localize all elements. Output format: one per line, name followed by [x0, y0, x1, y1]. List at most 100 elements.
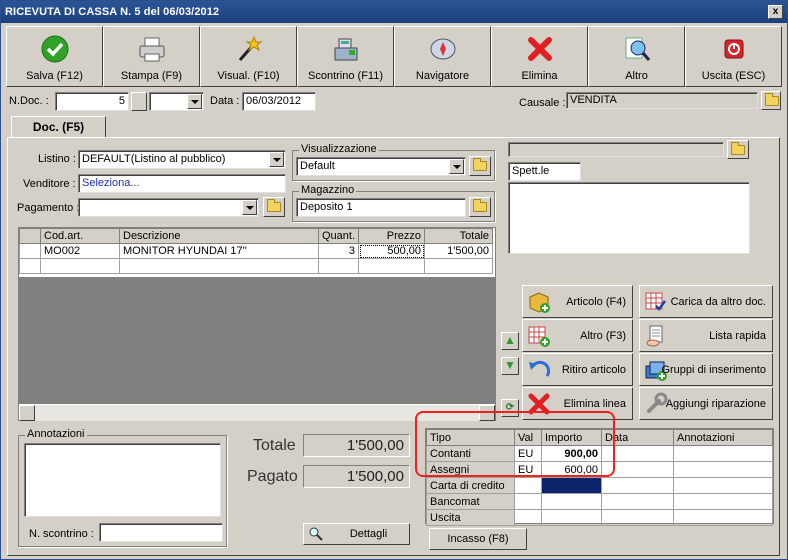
cash-register-icon: [334, 38, 357, 61]
date-input[interactable]: 06/03/2012: [242, 92, 316, 111]
delete-button[interactable]: Elimina: [491, 26, 588, 87]
spett-input[interactable]: Spett.le: [508, 162, 581, 181]
table-row[interactable]: Carta di credito: [426, 477, 773, 494]
incasso-button[interactable]: Incasso (F8): [429, 528, 527, 550]
cell-annotazioni[interactable]: [673, 493, 773, 510]
navigator-button[interactable]: Navigatore: [394, 26, 491, 87]
folder-icon: [473, 199, 487, 212]
ndoc-suffix-button[interactable]: [131, 92, 147, 111]
cell-descrizione[interactable]: MONITOR HYUNDAI 17'': [119, 243, 319, 259]
title-bar: RICEVUTA DI CASSA N. 5 del 06/03/2012 x: [1, 1, 787, 23]
move-up-button[interactable]: ▲: [501, 332, 519, 350]
window-title: RICEVUTA DI CASSA N. 5 del 06/03/2012: [5, 6, 220, 18]
pagamento-browse-button[interactable]: [263, 197, 285, 217]
table-row[interactable]: MO002 MONITOR HYUNDAI 17'' 3 500,00 1'50…: [19, 243, 494, 259]
toolbar: Salva (F12) Stampa (F9) Visual. (F10) Sc…: [6, 26, 784, 87]
table-row[interactable]: Bancomat: [426, 493, 773, 510]
cell-prezzo[interactable]: 500,00: [358, 243, 426, 259]
cell-totale[interactable]: 1'500,00: [424, 243, 494, 259]
delete-icon: [527, 37, 552, 61]
receipt-button[interactable]: Scontrino (F11): [297, 26, 394, 87]
insert-groups-button[interactable]: Gruppi di inserimento: [639, 353, 773, 386]
cell-annotazioni[interactable]: [673, 461, 773, 478]
navigator-label: Navigatore: [415, 70, 470, 82]
add-article-button[interactable]: Articolo (F4): [522, 285, 633, 318]
ndoc-input[interactable]: 5: [55, 92, 129, 111]
return-article-button[interactable]: Ritiro articolo: [522, 353, 633, 386]
load-from-doc-button[interactable]: Carica da altro doc.: [639, 285, 773, 318]
cell-tipo: Uscita: [426, 509, 515, 526]
venditore-input[interactable]: Seleziona...: [78, 174, 286, 193]
empty-cell[interactable]: [424, 258, 494, 274]
close-button[interactable]: x: [768, 5, 783, 19]
other-article-button[interactable]: Altro (F3): [522, 319, 633, 352]
col-prezzo[interactable]: Prezzo: [358, 228, 426, 244]
exit-label: Uscita (ESC): [701, 70, 766, 82]
pagamento-label: Pagamento :: [17, 202, 80, 214]
articles-grid[interactable]: Cod.art. Descrizione Quant. Prezzo Total…: [18, 227, 496, 421]
view-button[interactable]: Visual. (F10): [200, 26, 297, 87]
empty-cell[interactable]: [40, 258, 120, 274]
col-annotazioni[interactable]: Annotazioni: [673, 429, 773, 446]
quick-list-label: Lista rapida: [709, 329, 766, 342]
col-cod-art[interactable]: Cod.art.: [40, 228, 120, 244]
annotazioni-textarea[interactable]: [24, 443, 221, 517]
scroll-left-button[interactable]: [19, 405, 35, 421]
table-row[interactable]: [19, 258, 494, 274]
empty-cell[interactable]: [119, 258, 319, 274]
pagamento-select[interactable]: [78, 198, 259, 217]
cell-quant[interactable]: 3: [317, 243, 360, 259]
other-button[interactable]: Altro: [588, 26, 685, 87]
cell-val[interactable]: [514, 493, 542, 510]
scontrino-input[interactable]: [99, 523, 223, 542]
listino-select[interactable]: DEFAULT(Listino al pubblico): [78, 150, 286, 169]
arrow-up-icon: ▲: [504, 333, 516, 347]
cell-annotazioni[interactable]: [673, 477, 773, 494]
causale-browse-button[interactable]: [761, 91, 781, 110]
folder-icon: [267, 199, 281, 212]
cell-data[interactable]: [601, 509, 674, 526]
cell-data[interactable]: [601, 493, 674, 510]
listino-value: DEFAULT(Listino al pubblico): [82, 153, 226, 165]
grid-add-icon: [528, 326, 550, 347]
causale-input[interactable]: VENDITA: [566, 92, 758, 109]
col-quant[interactable]: Quant.: [317, 228, 360, 244]
cell-annotazioni[interactable]: [673, 509, 773, 526]
cell-importo[interactable]: [541, 509, 602, 526]
save-button[interactable]: Salva (F12): [6, 26, 103, 87]
details-button[interactable]: Dettagli: [303, 523, 410, 545]
print-button[interactable]: Stampa (F9): [103, 26, 200, 87]
cell-data[interactable]: [601, 477, 674, 494]
chevron-down-icon: [449, 159, 464, 174]
cliente-browse-button[interactable]: [727, 140, 749, 159]
cell-importo[interactable]: [541, 477, 602, 494]
exit-button[interactable]: Uscita (ESC): [685, 26, 782, 87]
quick-list-button[interactable]: Lista rapida: [639, 319, 773, 352]
cell-importo[interactable]: [541, 493, 602, 510]
pagato-label: Pagato: [247, 468, 298, 485]
ndoc-series-select[interactable]: [149, 92, 204, 111]
empty-cell[interactable]: [317, 258, 360, 274]
chevron-down-icon: [269, 152, 284, 167]
table-row[interactable]: Uscita: [426, 509, 773, 526]
visualizzazione-browse-button[interactable]: [469, 156, 491, 176]
return-article-label: Ritiro articolo: [561, 363, 626, 376]
address-textarea[interactable]: [508, 182, 750, 254]
magazzino-input[interactable]: Deposito 1: [296, 198, 466, 217]
visualizzazione-select[interactable]: Default: [296, 157, 466, 176]
magazzino-browse-button[interactable]: [469, 197, 491, 217]
cell-val[interactable]: [514, 509, 542, 526]
add-repair-button[interactable]: Aggiungi riparazione: [639, 387, 773, 420]
empty-cell[interactable]: [358, 258, 426, 274]
cell-cod-art[interactable]: MO002: [40, 243, 120, 259]
col-descrizione[interactable]: Descrizione: [119, 228, 319, 244]
move-down-button[interactable]: ▼: [501, 357, 519, 375]
insert-groups-label: Gruppi di inserimento: [661, 363, 766, 376]
cell-tipo: Bancomat: [426, 493, 515, 510]
tab-doc[interactable]: Doc. (F5): [11, 116, 106, 138]
cell-annotazioni[interactable]: [673, 445, 773, 462]
cell-val[interactable]: [514, 477, 542, 494]
cliente-input[interactable]: [508, 142, 724, 157]
print-label: Stampa (F9): [120, 70, 183, 82]
col-totale[interactable]: Totale: [424, 228, 494, 244]
